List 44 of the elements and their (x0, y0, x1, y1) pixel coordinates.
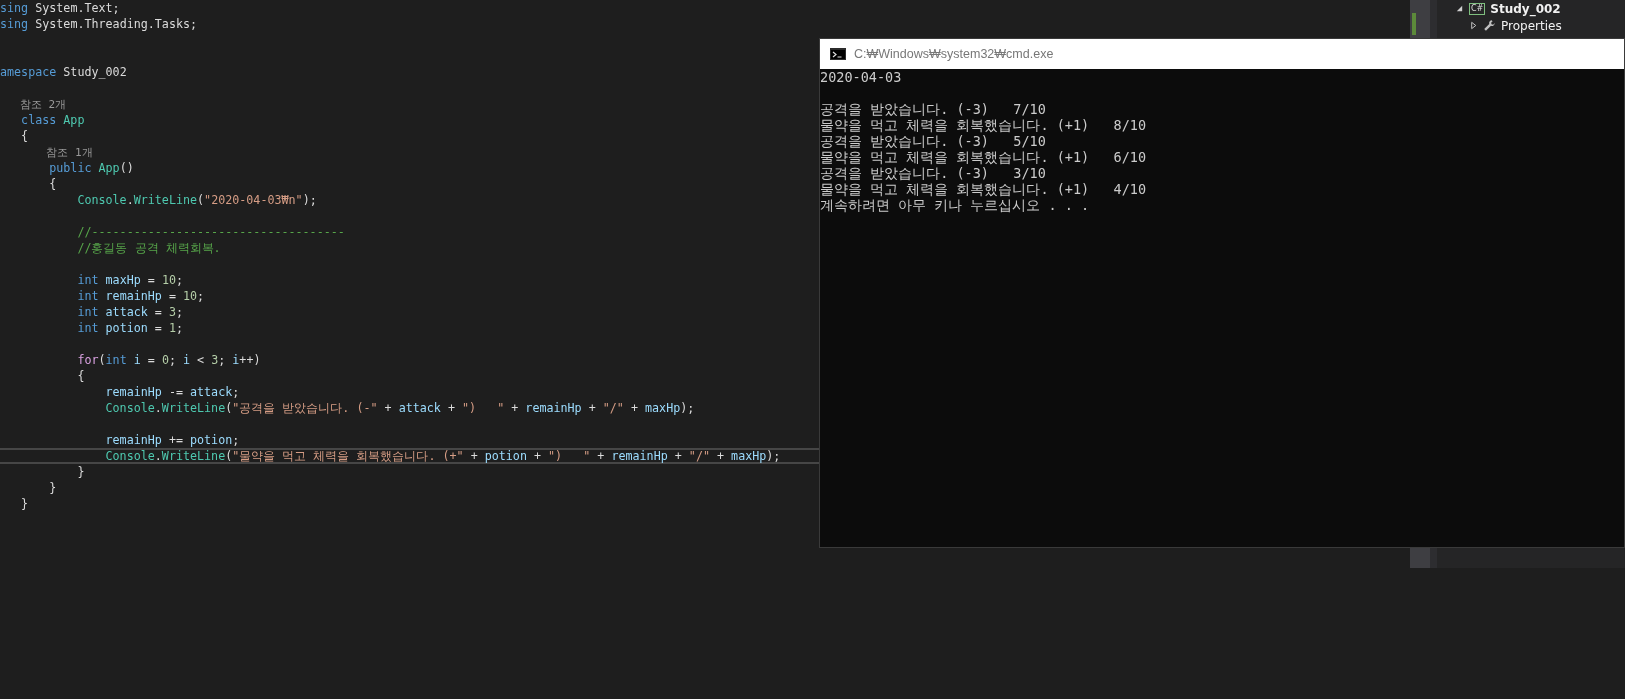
code-line: //홍길동 공격 체력회복. (76, 240, 221, 256)
terminal-icon (830, 48, 846, 60)
code-line: sing System.Threading.Tasks; (0, 16, 198, 32)
code-line: int attack = 3; (76, 304, 183, 320)
scrollbar-thumb[interactable] (1410, 548, 1430, 568)
tree-item[interactable]: Properties (1501, 18, 1562, 33)
code-line: amespace Study_002 (0, 64, 127, 80)
code-line: remainHp -= attack; (104, 384, 240, 400)
code-line: remainHp += potion; (104, 432, 240, 448)
code-line: } (20, 496, 29, 512)
code-line: { (76, 368, 85, 384)
console-output-line: 공격을 받았습니다. (-3) 3/10 (820, 165, 1046, 181)
code-line: 참조 2개 (18, 97, 67, 112)
tree-item[interactable]: Study_002 (1490, 1, 1561, 16)
change-marker (1412, 13, 1416, 35)
code-line: int remainHp = 10; (76, 288, 205, 304)
code-line: } (76, 464, 85, 480)
code-line: Console.WriteLine("2020-04-03₩n"); (76, 192, 317, 208)
console-output-line: 계속하려면 아무 키나 누르십시오 . . . (820, 197, 1090, 213)
code-line: public App() (48, 160, 134, 176)
code-line: { (20, 128, 29, 144)
console-output-line: 공격을 받았습니다. (-3) 5/10 (820, 133, 1046, 149)
code-line: for(int i = 0; i < 3; i++) (76, 352, 261, 368)
code-line: //------------------------------------ (76, 224, 345, 240)
code-line: class App (20, 112, 85, 128)
console-output-line: 물약을 먹고 체력을 회복했습니다. (+1) 4/10 (820, 181, 1147, 197)
collapsed-arrow-icon[interactable] (1469, 21, 1478, 30)
code-line: } (48, 480, 57, 496)
scrollbar-overview[interactable] (1410, 0, 1430, 38)
code-line: int maxHp = 10; (76, 272, 183, 288)
code-line: Console.WriteLine("물약을 먹고 체력을 회복했습니다. (+" + potion + ") " + remainHp + "/" + maxHp); (104, 450, 781, 462)
code-line: int potion = 1; (76, 320, 183, 336)
code-line: Console.WriteLine("공격을 받았습니다. (-" + attack + ") " + remainHp + "/" + maxHp); (104, 400, 695, 416)
code-line: sing System.Text; (0, 0, 120, 16)
console-output-line: 물약을 먹고 체력을 회복했습니다. (+1) 6/10 (820, 149, 1147, 165)
code-line: { (48, 176, 57, 192)
expanded-arrow-icon[interactable] (1455, 4, 1464, 13)
console-output-line: 2020-04-03 (820, 69, 902, 85)
code-line: 참조 1개 (45, 145, 93, 160)
wrench-icon (1483, 19, 1496, 32)
console-output-line: 공격을 받았습니다. (-3) 7/10 (820, 101, 1046, 117)
console-output-line: 물약을 먹고 체력을 회복했습니다. (+1) 8/10 (820, 117, 1147, 133)
csharp-project-icon: C# (1469, 2, 1486, 15)
window-title: C:₩Windows₩system32₩cmd.exe (854, 47, 1054, 61)
